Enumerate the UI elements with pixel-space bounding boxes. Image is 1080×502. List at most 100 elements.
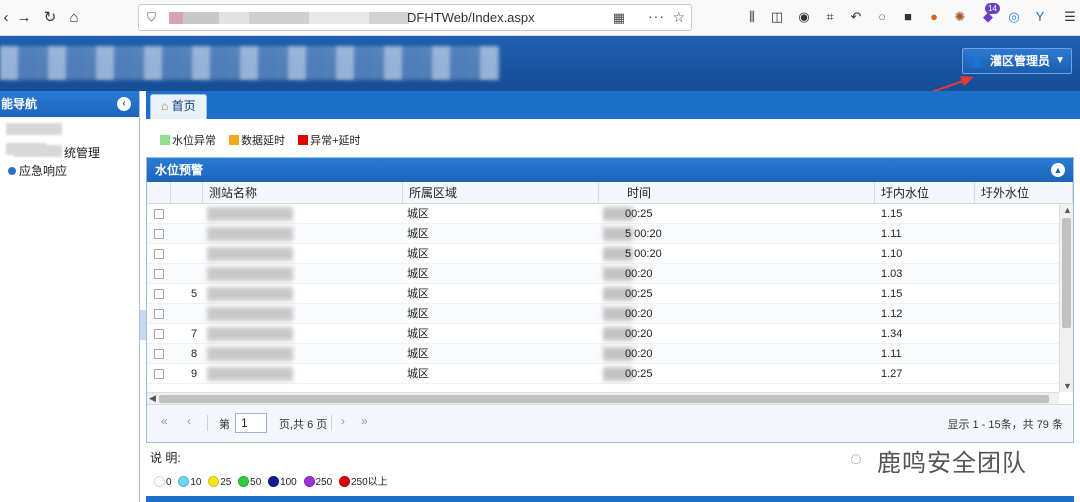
scroll-down-arrow[interactable]: ▼ [1063, 381, 1072, 391]
sidebar-item-emergency-response[interactable]: 应急响应 [8, 162, 67, 179]
row-checkbox[interactable] [154, 329, 164, 339]
time-cell: 00:20 [625, 308, 653, 320]
collapse-up-icon[interactable]: ▲ [1051, 163, 1065, 177]
column-header-area[interactable]: 所属区域 [403, 182, 599, 204]
table-row[interactable]: 城区 5 00:20 1.11 [147, 224, 1059, 244]
row-checkbox[interactable] [154, 249, 164, 259]
next-page-icon[interactable]: › [341, 414, 345, 428]
scale-item: 100 [268, 476, 297, 488]
scale-item: 10 [178, 476, 201, 488]
folder-icon [8, 167, 16, 175]
time-cell: 00:20 [625, 348, 653, 360]
collapse-left-icon[interactable]: ‹ [117, 97, 131, 111]
bookmark-star-icon[interactable]: ☆ [672, 9, 685, 26]
scale-item: 0 [154, 476, 172, 488]
station-name-redacted [207, 367, 293, 381]
pagination-bar: « ‹ 第 1 页,共 6 页 › » 显示 1 - 15条，共 79 条 [147, 404, 1073, 442]
container-icon[interactable]: ■ [900, 9, 916, 25]
palette-extension-icon[interactable]: ● [926, 9, 942, 25]
sidebar-icon[interactable]: ◫ [769, 9, 785, 25]
crop-icon[interactable]: ⌗ [822, 9, 838, 25]
row-checkbox[interactable] [154, 229, 164, 239]
sidebar-header: 能导航 ‹ [0, 91, 139, 117]
scale-item: 25 [208, 476, 231, 488]
table-row[interactable]: 7 城区 00:20 1.34 [147, 324, 1059, 344]
sidebar-item-label: 应急响应 [19, 164, 68, 178]
qr-code-icon[interactable]: ▦ [613, 10, 625, 26]
inner-level-cell: 1.34 [881, 328, 903, 340]
circle-extension-icon[interactable]: ◎ [1006, 9, 1022, 25]
undo-icon[interactable]: ↶ [848, 9, 864, 25]
inner-level-cell: 1.10 [881, 248, 903, 260]
horizontal-scroll-thumb[interactable] [159, 395, 1049, 403]
page-number-input[interactable]: 1 [235, 413, 267, 433]
time-cell: 00:25 [625, 288, 653, 300]
scroll-left-arrow[interactable]: ◀ [149, 393, 156, 404]
table-row[interactable]: 城区 00:20 1.12 [147, 304, 1059, 324]
horizontal-scrollbar[interactable]: ◀ [147, 392, 1059, 404]
column-header-time[interactable]: 时间 [599, 182, 875, 204]
legend-swatch [160, 135, 170, 145]
scale-item: 250 [303, 476, 332, 488]
account-icon[interactable]: ◉ [796, 9, 812, 25]
row-checkbox[interactable] [154, 349, 164, 359]
panel-header: 水位预警 ▲ [147, 158, 1073, 182]
menu-icon[interactable]: ☰ [1062, 9, 1078, 25]
row-checkbox[interactable] [154, 289, 164, 299]
status-legend: 水位异常 数据延时 异常+延时 [160, 132, 371, 147]
library-icon[interactable]: ⫼ [744, 9, 760, 25]
admin-user-menu-button[interactable]: 👤 灌区管理员 ▼ [962, 48, 1072, 74]
pager-separator [207, 415, 208, 431]
reload-icon[interactable]: ↻ [40, 8, 60, 28]
sidebar-item-redacted [14, 145, 62, 157]
ring-extension-icon[interactable]: ○ [874, 9, 890, 25]
scale-item: 50 [238, 476, 261, 488]
column-header-inner-level[interactable]: 圩内水位 [875, 182, 975, 204]
page-actions-icon[interactable]: ··· [648, 8, 665, 24]
area-cell: 城区 [407, 208, 429, 220]
tab-home[interactable]: ⌂ 首页 [150, 94, 207, 119]
scroll-up-arrow[interactable]: ▲ [1063, 205, 1072, 215]
area-cell: 城区 [407, 248, 429, 260]
app-title-redacted [0, 46, 500, 80]
table-row[interactable]: 城区 00:20 1.03 [147, 264, 1059, 284]
bottom-bar [146, 496, 1074, 502]
station-name-redacted [207, 287, 293, 301]
first-page-icon[interactable]: « [161, 414, 168, 428]
station-name-redacted [207, 227, 293, 241]
table-row[interactable]: 城区 5 00:20 1.10 [147, 244, 1059, 264]
url-bar[interactable]: ⛉ DFHTWeb/Index.aspx ▦ ··· ☆ [138, 4, 692, 31]
water-level-warning-panel: 水位预警 ▲ 测站名称 所属区域 时间 圩内水位 圩外水位 城区 00:25 1… [146, 157, 1074, 443]
area-cell: 城区 [407, 328, 429, 340]
v-extension-icon[interactable]: Y [1032, 9, 1048, 25]
note-title: 说 明: [150, 451, 181, 465]
row-checkbox[interactable] [154, 269, 164, 279]
last-page-icon[interactable]: » [361, 414, 368, 428]
sidebar-item-redacted [6, 123, 62, 135]
time-cell: 00:20 [625, 328, 653, 340]
table-row[interactable]: 城区 00:25 1.15 [147, 204, 1059, 224]
table-row[interactable]: 9 城区 00:25 1.27 [147, 364, 1059, 384]
table-row[interactable]: 5 城区 00:25 1.15 [147, 284, 1059, 304]
watermark-text: 鹿鸣安全团队 [877, 450, 1027, 477]
forward-icon[interactable]: → [14, 8, 34, 28]
cookie-extension-icon[interactable]: ✺ [952, 9, 968, 25]
prev-page-icon[interactable]: ‹ [187, 414, 191, 428]
row-checkbox[interactable] [154, 309, 164, 319]
user-icon: 👤 [969, 54, 984, 68]
table-row[interactable]: 8 城区 00:20 1.11 [147, 344, 1059, 364]
time-cell: 00:25 [625, 208, 653, 220]
column-header-outer-level[interactable]: 圩外水位 [975, 182, 1073, 204]
time-cell: 00:20 [625, 268, 653, 280]
home-icon[interactable]: ⌂ [64, 8, 84, 28]
sidebar-item-system-management[interactable]: 统管理 [64, 144, 100, 161]
vertical-scrollbar[interactable]: ▲ ▼ [1059, 204, 1073, 392]
legend-item: 水位异常 [160, 135, 216, 147]
inner-level-cell: 1.11 [881, 228, 902, 240]
row-checkbox[interactable] [154, 209, 164, 219]
vertical-scroll-thumb[interactable] [1062, 218, 1071, 328]
station-name-redacted [207, 347, 293, 361]
row-checkbox[interactable] [154, 369, 164, 379]
grid-header: 测站名称 所属区域 时间 圩内水位 圩外水位 [147, 182, 1073, 204]
column-header-station[interactable]: 测站名称 [203, 182, 403, 204]
